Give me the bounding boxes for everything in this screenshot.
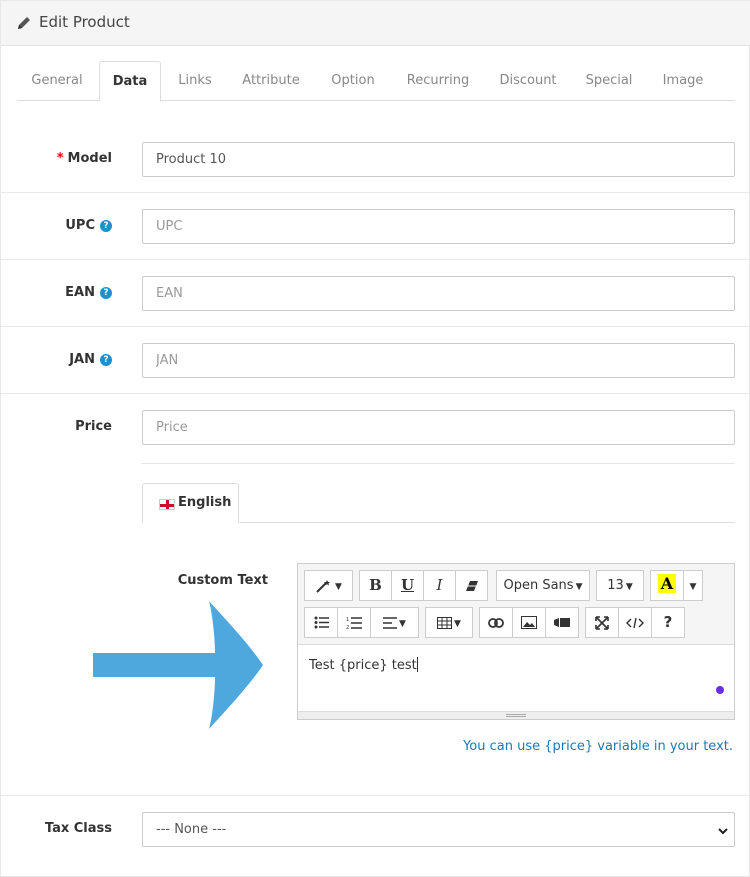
- editor-resize-handle[interactable]: [298, 711, 734, 719]
- language-tabs-border: [239, 522, 735, 523]
- highlight-color-dropdown[interactable]: ▼: [683, 570, 703, 601]
- style-button[interactable]: ▼: [304, 570, 353, 601]
- rich-text-editor: ▼ B U I Open Sans ▼ 13 ▼ A ▼ 1 2 ▼ ▼ ? T…: [297, 563, 735, 720]
- grip-icon: [506, 714, 526, 717]
- table-dropdown[interactable]: ▼: [425, 607, 473, 638]
- upc-label: UPC?: [1, 218, 112, 233]
- svg-text:1: 1: [346, 617, 349, 623]
- tab-recurring[interactable]: Recurring: [395, 61, 481, 101]
- tax-class-selected: --- None ---: [156, 822, 227, 837]
- insert-link-button[interactable]: [479, 607, 513, 638]
- table-icon: [437, 616, 453, 629]
- arrow-right-icon: [93, 601, 263, 729]
- panel-heading: Edit Product: [1, 1, 750, 46]
- ean-label: EAN?: [1, 285, 112, 300]
- underline-button[interactable]: U: [391, 570, 424, 601]
- link-icon: [488, 617, 504, 628]
- row-divider: [1, 259, 750, 260]
- font-size-dropdown[interactable]: 13 ▼: [596, 570, 644, 601]
- price-label: Price: [75, 419, 112, 434]
- video-icon: [554, 618, 570, 627]
- code-icon: [626, 617, 644, 628]
- unordered-list-button[interactable]: [304, 607, 338, 638]
- tab-discount[interactable]: Discount: [491, 61, 565, 101]
- row-divider: [1, 795, 750, 796]
- editor-content-area[interactable]: Test {price} test: [298, 645, 734, 711]
- language-tab-english[interactable]: English: [142, 483, 239, 523]
- paragraph-align-dropdown[interactable]: ▼: [370, 607, 419, 638]
- tab-general[interactable]: General: [17, 61, 97, 101]
- bold-button[interactable]: B: [359, 570, 392, 601]
- bullet-list-icon: [314, 616, 329, 629]
- tab-special[interactable]: Special: [575, 61, 643, 101]
- divider: [142, 463, 735, 464]
- help-icon[interactable]: ?: [100, 220, 112, 232]
- fullscreen-button[interactable]: [585, 607, 619, 638]
- edit-product-panel: Edit Product General Data Links Attribut…: [0, 0, 750, 877]
- italic-button[interactable]: I: [423, 570, 456, 601]
- uk-flag-icon: [159, 499, 175, 510]
- tab-data[interactable]: Data: [99, 61, 161, 102]
- magic-wand-icon: [316, 579, 331, 593]
- custom-text-label: Custom Text: [177, 573, 268, 588]
- font-family-dropdown[interactable]: Open Sans ▼: [496, 570, 590, 601]
- help-icon[interactable]: ?: [100, 354, 112, 366]
- image-icon: [521, 616, 537, 629]
- tax-class-select[interactable]: --- None ---: [142, 812, 735, 847]
- ordered-list-button[interactable]: 12: [337, 607, 371, 638]
- tab-option[interactable]: Option: [321, 61, 385, 101]
- tax-class-label: Tax Class: [44, 821, 112, 836]
- pencil-icon: [18, 17, 30, 29]
- clear-format-button[interactable]: [455, 570, 488, 601]
- tab-attribute[interactable]: Attribute: [233, 61, 309, 101]
- expand-icon: [595, 615, 609, 630]
- ean-input[interactable]: [142, 276, 735, 311]
- required-mark: *: [56, 151, 64, 166]
- chevron-down-icon: [718, 828, 728, 835]
- custom-text-hint: You can use {price} variable in your tex…: [463, 739, 733, 754]
- panel-title: Edit Product: [39, 13, 130, 31]
- jan-label: JAN?: [1, 352, 112, 367]
- product-tabs: General Data Links Attribute Option Recu…: [17, 61, 735, 102]
- row-divider: [1, 393, 750, 394]
- price-input[interactable]: [142, 410, 735, 445]
- tab-links[interactable]: Links: [165, 61, 225, 101]
- model-input[interactable]: [142, 142, 735, 177]
- upc-input[interactable]: [142, 209, 735, 244]
- numbered-list-icon: 12: [346, 617, 362, 630]
- svg-text:2: 2: [346, 625, 349, 630]
- highlight-icon: A: [658, 574, 676, 593]
- insert-video-button[interactable]: [545, 607, 579, 638]
- model-label: * Model: [56, 151, 112, 166]
- editor-toolbar: ▼ B U I Open Sans ▼ 13 ▼ A ▼ 1 2 ▼ ▼ ?: [298, 564, 734, 645]
- row-divider: [1, 326, 750, 327]
- insert-image-button[interactable]: [512, 607, 546, 638]
- status-dot: [716, 686, 724, 694]
- help-button[interactable]: ?: [651, 607, 685, 638]
- help-icon[interactable]: ?: [100, 287, 112, 299]
- highlight-color-button[interactable]: A: [650, 570, 684, 601]
- jan-input[interactable]: [142, 343, 735, 378]
- code-view-button[interactable]: [618, 607, 652, 638]
- row-divider: [1, 192, 750, 193]
- editor-text: Test {price} test: [309, 657, 418, 673]
- tab-image[interactable]: Image: [653, 61, 713, 101]
- align-left-icon: [383, 616, 398, 629]
- language-label: English: [178, 495, 232, 510]
- eraser-icon: [465, 580, 478, 591]
